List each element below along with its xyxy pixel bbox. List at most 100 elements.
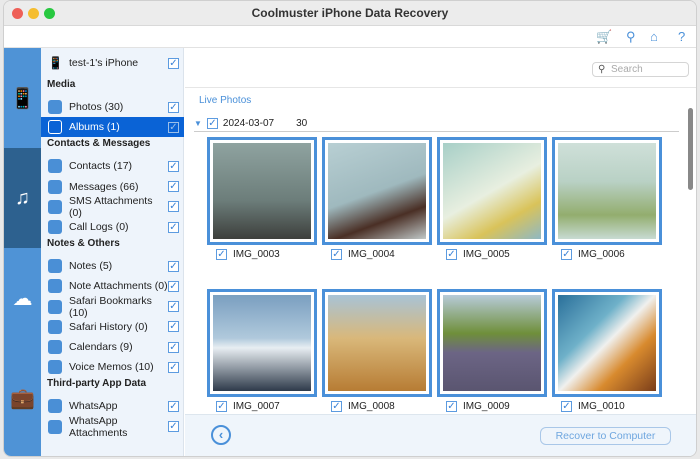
photo-thumbnail[interactable] bbox=[437, 137, 547, 245]
photo-checkbox[interactable]: ✓ bbox=[331, 401, 342, 412]
sidebar-item-checkbox[interactable]: ✓ bbox=[168, 121, 179, 133]
photo-checkbox[interactable]: ✓ bbox=[216, 249, 227, 260]
sidebar-item-checkbox[interactable]: ✓ bbox=[168, 301, 179, 313]
sidebar-item[interactable]: WhatsApp Attachments ✓ bbox=[41, 415, 184, 439]
photo-thumbnail[interactable] bbox=[322, 289, 432, 397]
photo-image bbox=[558, 295, 656, 391]
rail-itunes-backup[interactable]: ♫ bbox=[4, 148, 41, 248]
divider bbox=[185, 87, 696, 88]
photo-label: ✓ IMG_0003 bbox=[216, 249, 280, 260]
photo-name: IMG_0004 bbox=[348, 249, 395, 260]
photo-checkbox[interactable]: ✓ bbox=[331, 249, 342, 260]
photo-label: ✓ IMG_0007 bbox=[216, 401, 280, 412]
device-checkbox[interactable]: ✓ bbox=[168, 57, 179, 69]
sidebar-item-label: Messages (66) bbox=[69, 180, 139, 193]
sidebar-item-checkbox[interactable]: ✓ bbox=[168, 181, 179, 193]
sidebar-item-checkbox[interactable]: ✓ bbox=[168, 321, 179, 333]
zoom-button[interactable] bbox=[44, 8, 55, 19]
sidebar-item-checkbox[interactable]: ✓ bbox=[168, 221, 179, 233]
sidebar-item[interactable]: Note Attachments (0) ✓ bbox=[41, 276, 184, 296]
sidebar-item-label: SMS Attachments (0) bbox=[69, 194, 153, 219]
content-area: ⚲ Search Live Photos ▼ ✓ 2024-03-07 30 ✓ I… bbox=[185, 48, 696, 414]
messages-icon bbox=[48, 179, 62, 194]
category-sidebar: 📱 test-1's iPhone ✓ Media Photos (30) ✓ Alb… bbox=[41, 48, 184, 456]
sidebar-item-label: Note Attachments (0) bbox=[69, 280, 168, 293]
home-icon[interactable]: ⌂ bbox=[650, 29, 658, 44]
rail-phone-recovery[interactable]: 📱 bbox=[4, 48, 41, 148]
minimize-button[interactable] bbox=[28, 8, 39, 19]
photo-thumbnail[interactable] bbox=[207, 289, 317, 397]
photo-thumbnail[interactable] bbox=[437, 289, 547, 397]
photo-label: ✓ IMG_0008 bbox=[331, 401, 395, 412]
sidebar-item[interactable]: Notes (5) ✓ bbox=[41, 256, 184, 276]
sidebar-item-label: WhatsApp bbox=[69, 400, 118, 413]
safari-history-icon bbox=[48, 319, 62, 334]
photo-thumbnail[interactable] bbox=[207, 137, 317, 245]
photo-label: ✓ IMG_0005 bbox=[446, 249, 510, 260]
sms-attachment-icon bbox=[48, 199, 62, 214]
help-icon[interactable]: ? bbox=[678, 29, 685, 44]
photo-label: ✓ IMG_0010 bbox=[561, 401, 625, 412]
iphone-icon: 📱 bbox=[48, 56, 63, 70]
sidebar-item-checkbox[interactable]: ✓ bbox=[168, 280, 179, 292]
sidebar-item-checkbox[interactable]: ✓ bbox=[168, 101, 179, 113]
back-button[interactable]: ‹ bbox=[211, 425, 231, 445]
disclosure-triangle-icon[interactable]: ▼ bbox=[194, 119, 202, 128]
rail-toolkit[interactable]: 💼 bbox=[4, 348, 41, 448]
sidebar-item[interactable]: WhatsApp ✓ bbox=[41, 396, 184, 416]
sidebar-item[interactable]: Contacts (17) ✓ bbox=[41, 156, 184, 176]
sidebar-item[interactable]: Photos (30) ✓ bbox=[41, 97, 184, 117]
section-heading: Contacts & Messages bbox=[47, 138, 151, 150]
key-icon[interactable]: ⚲ bbox=[626, 29, 636, 45]
sidebar-item[interactable]: Safari Bookmarks (10) ✓ bbox=[41, 295, 184, 319]
photo-checkbox[interactable]: ✓ bbox=[561, 401, 572, 412]
device-row[interactable]: 📱 test-1's iPhone ✓ bbox=[41, 53, 184, 73]
photo-thumbnail[interactable] bbox=[552, 289, 662, 397]
bottom-bar: ‹ Recover to Computer bbox=[185, 414, 696, 456]
rail-icloud[interactable]: ☁ bbox=[4, 248, 41, 348]
photo-checkbox[interactable]: ✓ bbox=[446, 249, 457, 260]
music-sync-icon: ♫ bbox=[15, 186, 30, 209]
section-heading: Notes & Others bbox=[47, 238, 120, 250]
sidebar-item[interactable]: Albums (1) ✓ bbox=[41, 117, 184, 138]
photo-image bbox=[213, 295, 311, 391]
photo-thumbnail[interactable] bbox=[322, 137, 432, 245]
sidebar-item-checkbox[interactable]: ✓ bbox=[168, 361, 179, 373]
search-input[interactable]: ⚲ Search bbox=[592, 62, 689, 77]
sidebar-item-checkbox[interactable]: ✓ bbox=[168, 421, 179, 433]
photo-thumbnail[interactable] bbox=[552, 137, 662, 245]
sidebar-item[interactable]: Calendars (9) ✓ bbox=[41, 337, 184, 357]
sidebar-item-label: Photos (30) bbox=[69, 101, 124, 113]
photo-checkbox[interactable]: ✓ bbox=[561, 249, 572, 260]
sidebar-item[interactable]: Call Logs (0) ✓ bbox=[41, 217, 184, 237]
date-group-checkbox[interactable]: ✓ bbox=[206, 118, 218, 129]
photo-image bbox=[213, 143, 311, 239]
call-logs-icon bbox=[48, 220, 62, 234]
safari-bookmarks-icon bbox=[48, 299, 62, 314]
app-window: Coolmuster iPhone Data Recovery 🛒 ⚲ ⌂ ? … bbox=[3, 0, 697, 457]
photo-image bbox=[443, 143, 541, 239]
sidebar-item[interactable]: Safari History (0) ✓ bbox=[41, 317, 184, 337]
photo-name: IMG_0008 bbox=[348, 401, 395, 412]
sidebar-item[interactable]: Voice Memos (10) ✓ bbox=[41, 357, 184, 377]
sidebar-item-checkbox[interactable]: ✓ bbox=[168, 201, 179, 213]
sidebar-item[interactable]: Messages (66) ✓ bbox=[41, 177, 184, 197]
photo-image bbox=[328, 143, 426, 239]
scrollbar-thumb[interactable] bbox=[688, 108, 693, 190]
sidebar-item-checkbox[interactable]: ✓ bbox=[168, 260, 179, 272]
recover-to-computer-button[interactable]: Recover to Computer bbox=[540, 427, 671, 445]
photo-label: ✓ IMG_0006 bbox=[561, 249, 625, 260]
photo-checkbox[interactable]: ✓ bbox=[216, 401, 227, 412]
sidebar-item-checkbox[interactable]: ✓ bbox=[168, 400, 179, 412]
close-button[interactable] bbox=[12, 8, 23, 19]
sidebar-item[interactable]: SMS Attachments (0) ✓ bbox=[41, 194, 184, 219]
sidebar-item-checkbox[interactable]: ✓ bbox=[168, 160, 179, 172]
sidebar-item-checkbox[interactable]: ✓ bbox=[168, 341, 179, 353]
photo-label: ✓ IMG_0009 bbox=[446, 401, 510, 412]
scrollbar[interactable] bbox=[688, 108, 694, 398]
cart-icon[interactable]: 🛒 bbox=[596, 29, 612, 45]
photo-checkbox[interactable]: ✓ bbox=[446, 401, 457, 412]
date-group-row: ▼ ✓ 2024-03-07 30 bbox=[194, 116, 679, 132]
photo-name: IMG_0010 bbox=[578, 401, 625, 412]
sidebar-item-label: Contacts (17) bbox=[69, 160, 133, 173]
